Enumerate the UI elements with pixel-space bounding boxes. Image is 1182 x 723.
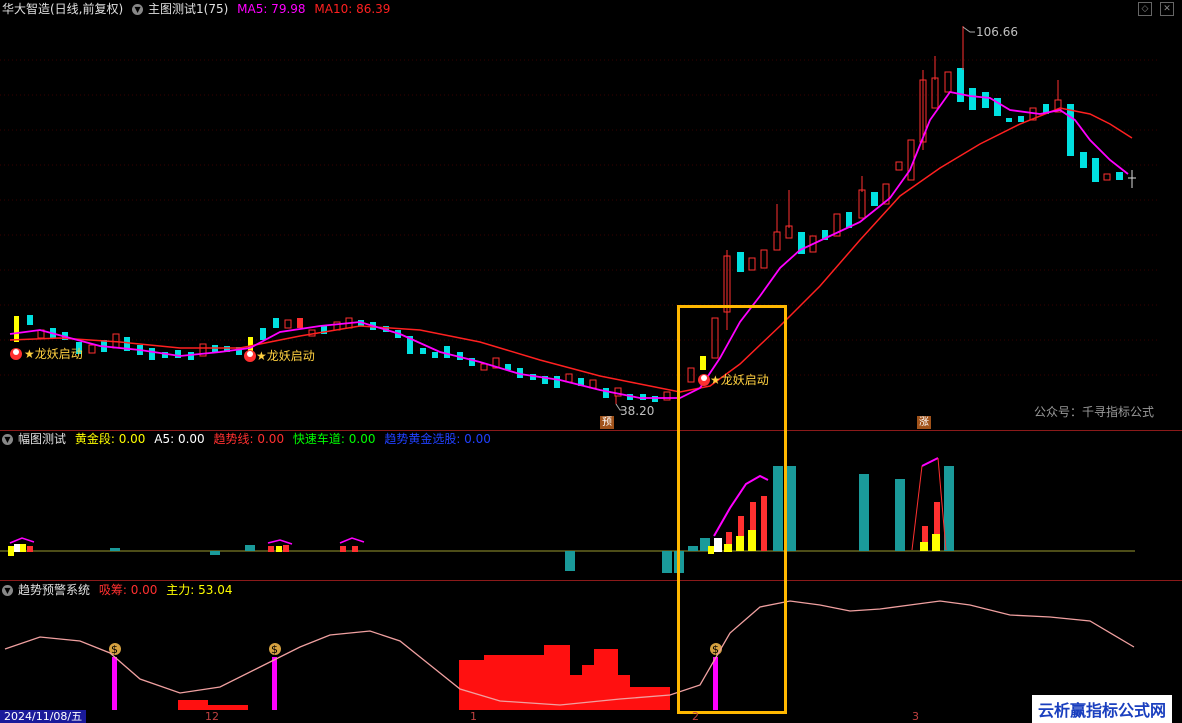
panel2-item-2: 趋势线: 0.00 (213, 432, 285, 446)
main-header: 华大智造(日线,前复权) ▼ 主图测试1(75) MA5: 79.98 MA10:… (2, 2, 395, 16)
high-price-label: 106.66 (976, 25, 1018, 39)
watermark: 公众号：千寻指标公式 (1033, 405, 1154, 419)
panel2-header: ▼ 幅图测试 黄金段: 0.00 A5: 0.00 趋势线: 0.00 快速车道:… (2, 432, 496, 446)
panel-divider[interactable] (0, 580, 1182, 581)
signal-icon-1 (10, 348, 22, 360)
ma10-label: MA10: 86.39 (314, 2, 391, 16)
close-icon[interactable]: ✕ (1160, 2, 1174, 16)
ma10-line (9, 107, 1133, 393)
xichou-bars (178, 645, 670, 710)
ma5-label: MA5: 79.98 (237, 2, 306, 16)
panel2-item-4: 趋势黄金选股: 0.00 (384, 432, 491, 446)
chevron-down-icon[interactable]: ▼ (2, 434, 13, 445)
diamond-icon[interactable]: ◇ (1138, 2, 1152, 16)
brand-logo: 云析赢指标公式网 (1031, 695, 1172, 723)
month-label-1: 1 (470, 710, 477, 723)
tag-zhang: 涨 (917, 416, 931, 429)
chevron-down-icon[interactable]: ▼ (2, 585, 13, 596)
panel2-item-3: 快速车道: 0.00 (292, 432, 376, 446)
chevron-down-icon[interactable]: ▼ (132, 4, 144, 15)
signal-label-1: ★龙妖启动 (24, 347, 83, 361)
panel3-chart[interactable]: $ $ $ (0, 597, 1182, 710)
panel3-header: ▼ 趋势预警系统 吸筹: 0.00 主力: 53.04 (2, 583, 237, 597)
month-label-0: 12 (205, 710, 219, 723)
panel2-bars (8, 457, 954, 573)
signal-label-2: ★龙妖启动 (256, 349, 315, 363)
panel2-title[interactable]: 幅图测试 (18, 432, 66, 446)
signal-icon-2 (244, 350, 256, 362)
panel2-item-1: A5: 0.00 (154, 432, 205, 446)
highlight-box (677, 305, 787, 714)
stock-name: 华大智造(日线,前复权) (2, 2, 124, 16)
panel2-chart[interactable] (0, 446, 1182, 580)
svg-text:$: $ (271, 643, 278, 656)
date-label: 2024/11/08/五 (0, 710, 87, 723)
low-price-label: 38.20 (620, 404, 655, 418)
panel-divider[interactable] (0, 430, 1182, 431)
panel2-item-0: 黄金段: 0.00 (74, 432, 146, 446)
panel3-title[interactable]: 趋势预警系统 (18, 583, 90, 597)
panel3-item-1: 主力: 53.04 (166, 583, 233, 597)
tag-yu: 预 (600, 416, 614, 429)
panel3-item-0: 吸筹: 0.00 (98, 583, 158, 597)
main-chart[interactable] (0, 0, 1182, 430)
month-label-3: 3 (912, 710, 919, 723)
indicator-label[interactable]: 主图测试1(75) (148, 2, 228, 16)
month-label-2: 2 (692, 710, 699, 723)
